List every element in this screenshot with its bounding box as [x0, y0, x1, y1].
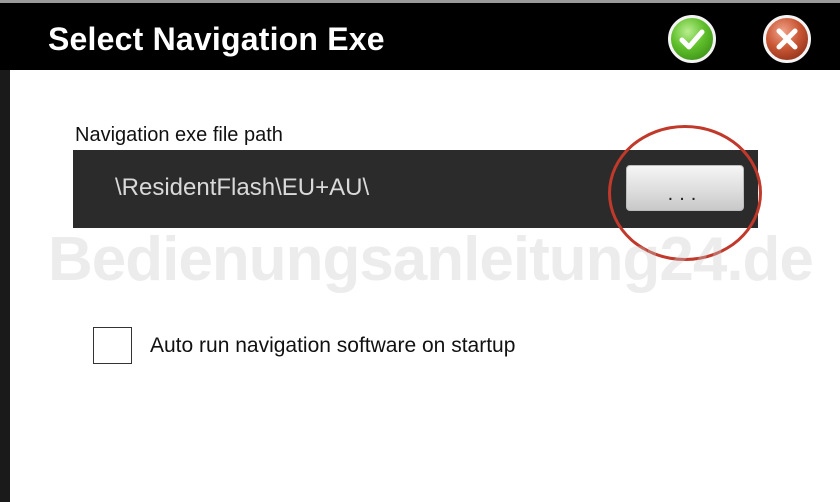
title-bar: Select Navigation Exe — [0, 0, 840, 70]
confirm-button[interactable] — [668, 15, 716, 63]
dialog-title: Select Navigation Exe — [48, 21, 385, 57]
close-icon — [776, 28, 798, 50]
close-button[interactable] — [763, 15, 811, 63]
check-icon — [679, 29, 705, 50]
autorun-checkbox[interactable] — [93, 327, 132, 364]
watermark-text: Bedienungsanleitung24.de — [48, 225, 814, 294]
window-left-border — [0, 70, 10, 502]
select-navigation-exe-dialog: Select Navigation Exe Navigation exe fil… — [0, 0, 840, 502]
exe-path-label: Navigation exe file path — [75, 124, 283, 146]
autorun-label[interactable]: Auto run navigation software on startup — [150, 334, 515, 358]
exe-path-value: \ResidentFlash\EU+AU\ — [115, 174, 370, 201]
